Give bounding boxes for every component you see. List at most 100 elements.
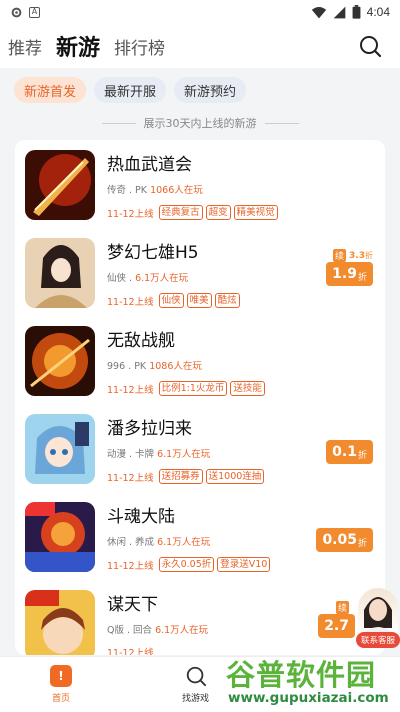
nav-find-label: 找游戏 [182, 694, 210, 704]
game-tag: 比例1:1火龙币 [158, 381, 228, 396]
search-icon[interactable] [358, 34, 382, 58]
discount-badge[interactable]: 0.1 折 [326, 440, 373, 464]
renewal-discount: 续 [335, 600, 349, 614]
game-list: 热血武道会 传奇 . PK 1066人在玩 11-12上线 经典复古 超变 精美… [15, 140, 385, 655]
game-category: 996 . PK [107, 361, 147, 372]
discount-unit: 折 [357, 538, 367, 549]
game-tag: 唯美 [186, 293, 212, 308]
game-title: 热血武道会 [107, 155, 192, 175]
game-players: 1066人在玩 [150, 185, 203, 196]
discount-value: 2.7 [324, 618, 349, 634]
game-item[interactable]: 热血武道会 传奇 . PK 1066人在玩 11-12上线 经典复古 超变 精美… [15, 140, 385, 228]
customer-service-button[interactable]: 联系客服 [356, 588, 400, 656]
game-icon [25, 590, 95, 655]
game-meta: 996 . PK 1086人在玩 [107, 358, 202, 372]
status-bar: A 4:04 [0, 0, 400, 24]
gear-icon [11, 7, 22, 17]
divider [264, 122, 299, 124]
status-time: 4:04 [366, 5, 390, 19]
game-meta: 仙侠 . 6.1万人在玩 [107, 270, 188, 284]
renewal-badge: 续 [335, 600, 349, 614]
game-tag: 酷炫 [214, 293, 240, 308]
filter-latest-servers[interactable]: 最新开服 [94, 77, 167, 103]
game-title: 潘多拉归来 [107, 419, 192, 439]
game-item[interactable]: 谋天下 Q版 . 回合 6.1万人在玩 11-12上线 续 2.7 [15, 580, 385, 655]
game-players: 6.1万人在玩 [157, 537, 211, 548]
game-title: 无敌战舰 [107, 331, 175, 351]
game-tag: 送1000连抽 [205, 469, 265, 484]
game-tag: 仙侠 [158, 293, 184, 308]
nav-home[interactable]: ! 首页 [50, 665, 72, 704]
discount-value: 0.1 [332, 444, 357, 460]
renewal-discount: 续 3.3折 [333, 248, 373, 262]
nav-find-games[interactable]: 找游戏 [182, 665, 209, 704]
game-item[interactable]: 斗魂大陆 休闲 . 养成 6.1万人在玩 11-12上线 永久0.05折 登录送… [15, 492, 385, 580]
a-box-icon: A [29, 6, 40, 18]
bottom-nav: ! 首页 找游戏 [0, 656, 400, 712]
game-icon [25, 150, 95, 220]
search-icon [186, 666, 206, 687]
game-tags: 11-12上线 仙侠 唯美 酷炫 [107, 293, 240, 308]
game-players: 6.1万人在玩 [157, 449, 211, 460]
section-heading-text: 展示30天内上线的新游 [143, 117, 257, 130]
game-tags: 11-12上线 [107, 645, 156, 655]
release-date: 11-12上线 [107, 648, 154, 655]
game-item[interactable]: 潘多拉归来 动漫 . 卡牌 6.1万人在玩 11-12上线 送招募券 送1000… [15, 404, 385, 492]
game-meta: Q版 . 回合 6.1万人在玩 [107, 622, 208, 636]
signal-icon [333, 6, 345, 18]
game-icon [25, 414, 95, 484]
support-label: 联系客服 [356, 632, 400, 648]
game-meta: 休闲 . 养成 6.1万人在玩 [107, 534, 210, 548]
support-avatar [358, 588, 398, 634]
game-tag: 经典复古 [158, 205, 203, 220]
release-date: 11-12上线 [107, 208, 154, 220]
game-category: 仙侠 . [107, 273, 133, 284]
game-title: 梦幻七雄H5 [107, 243, 199, 263]
game-tag: 超变 [205, 205, 231, 220]
filter-reservations[interactable]: 新游预约 [174, 77, 247, 103]
game-category: Q版 . 回合 [107, 625, 153, 636]
nav-home-label: 首页 [51, 694, 70, 704]
discount-badge[interactable]: 0.05 折 [316, 528, 373, 552]
game-title: 谋天下 [107, 595, 158, 615]
game-tag: 送技能 [230, 381, 265, 396]
game-tag: 精美视觉 [233, 205, 278, 220]
divider [101, 122, 136, 124]
tab-recommend[interactable]: 推荐 [8, 34, 42, 59]
discount-value: 0.05 [322, 532, 357, 548]
release-date: 11-12上线 [107, 472, 154, 484]
game-tags: 11-12上线 经典复古 超变 精美视觉 [107, 205, 278, 220]
game-item[interactable]: 梦幻七雄H5 仙侠 . 6.1万人在玩 11-12上线 仙侠 唯美 酷炫 续 3… [15, 228, 385, 316]
discount-badge[interactable]: 2.7 [318, 614, 355, 638]
tab-ranking[interactable]: 排行榜 [114, 34, 165, 59]
renewal-value: 3.3折 [349, 250, 373, 261]
game-icon [25, 238, 95, 308]
game-category: 传奇 . PK [107, 185, 148, 196]
game-tag: 送招募券 [158, 469, 203, 484]
tab-new-games[interactable]: 新游 [56, 30, 100, 62]
game-tag: 永久0.05折 [158, 557, 215, 572]
wifi-icon [311, 6, 326, 18]
game-players: 6.1万人在玩 [155, 625, 209, 636]
release-date: 11-12上线 [107, 560, 154, 572]
filter-new-release[interactable]: 新游首发 [14, 77, 87, 103]
game-tags: 11-12上线 送招募券 送1000连抽 [107, 469, 265, 484]
battery-icon [352, 5, 361, 19]
game-meta: 动漫 . 卡牌 6.1万人在玩 [107, 446, 210, 460]
game-item[interactable]: 无敌战舰 996 . PK 1086人在玩 11-12上线 比例1:1火龙币 送… [15, 316, 385, 404]
game-meta: 传奇 . PK 1066人在玩 [107, 182, 203, 196]
release-date: 11-12上线 [107, 296, 154, 308]
release-date: 11-12上线 [107, 384, 154, 396]
home-icon: ! [50, 665, 72, 687]
game-category: 休闲 . 养成 [107, 537, 155, 548]
discount-badge[interactable]: 1.9 折 [326, 262, 373, 286]
game-title: 斗魂大陆 [107, 507, 175, 527]
game-tags: 11-12上线 永久0.05折 登录送V10 [107, 557, 271, 572]
game-tags: 11-12上线 比例1:1火龙币 送技能 [107, 381, 265, 396]
game-icon [25, 502, 95, 572]
game-players: 1086人在玩 [149, 361, 202, 372]
top-nav: 推荐 新游 排行榜 [0, 24, 400, 68]
game-players: 6.1万人在玩 [135, 273, 189, 284]
section-heading: 展示30天内上线的新游 [0, 112, 400, 134]
discount-unit: 折 [357, 272, 367, 283]
